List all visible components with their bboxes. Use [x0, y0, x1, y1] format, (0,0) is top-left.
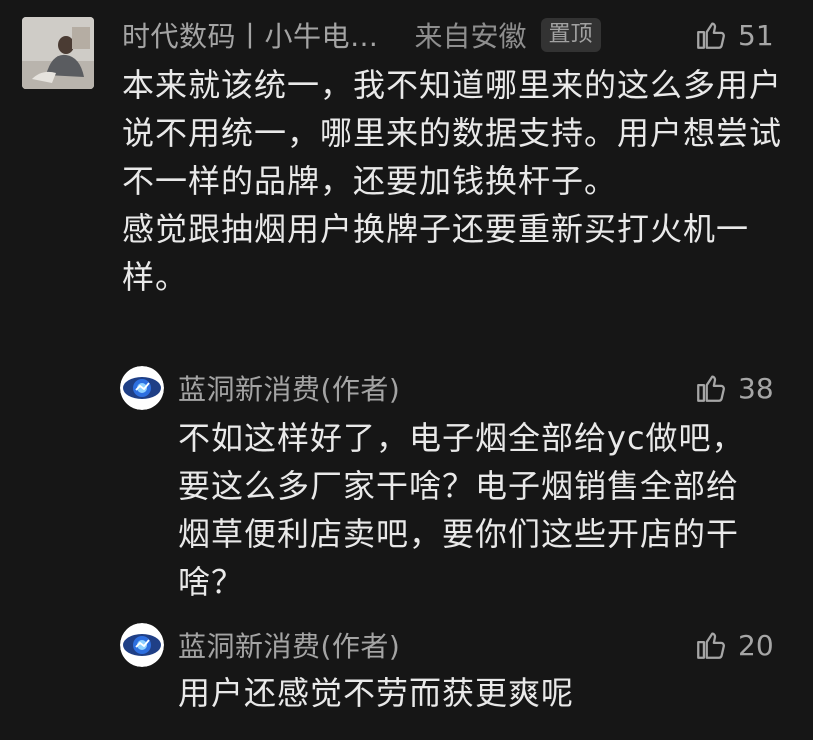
avatar[interactable] [120, 623, 164, 667]
comment-paragraph: 本来就该统一，我不知道哪里来的这么多用户说不用统一，哪里来的数据支持。用户想尝试… [122, 66, 783, 200]
reply-text: 用户还感觉不劳而获更爽呢 [178, 674, 575, 712]
comment-location: 来自安徽 [414, 20, 527, 53]
avatar-photo-icon [22, 17, 94, 89]
thumbs-up-icon [697, 632, 725, 659]
thumbs-up-icon [697, 22, 725, 49]
like-button[interactable]: 20 [694, 623, 774, 667]
like-button[interactable]: 51 [694, 13, 774, 57]
avatar[interactable] [120, 366, 164, 410]
comment-author[interactable]: 时代数码丨小牛电… [122, 15, 379, 55]
thumbs-up-icon [697, 375, 725, 402]
reply-body: 不如这样好了，电子烟全部给yc做吧，要这么多厂家干啥？电子烟销售全部给烟草便利店… [178, 414, 768, 606]
reply-author[interactable]: 蓝洞新消费(作者) [178, 368, 400, 408]
comment-body: 本来就该统一，我不知道哪里来的这么多用户说不用统一，哪里来的数据支持。用户想尝试… [122, 61, 782, 301]
reply-body: 用户还感觉不劳而获更爽呢 [178, 669, 768, 717]
blue-eye-logo-icon [120, 623, 164, 667]
reply-text: 不如这样好了，电子烟全部给yc做吧，要这么多厂家干啥？电子烟销售全部给烟草便利店… [178, 419, 745, 601]
comment-paragraph: 感觉跟抽烟用户换牌子还要重新买打火机一样。 [122, 210, 750, 296]
pinned-badge: 置顶 [540, 18, 601, 52]
like-count: 38 [738, 371, 774, 405]
avatar[interactable] [22, 17, 94, 89]
like-count: 20 [738, 628, 774, 662]
blue-eye-logo-icon [120, 366, 164, 410]
like-button[interactable]: 38 [694, 366, 774, 410]
reply-author[interactable]: 蓝洞新消费(作者) [178, 625, 400, 665]
like-count: 51 [738, 18, 774, 52]
